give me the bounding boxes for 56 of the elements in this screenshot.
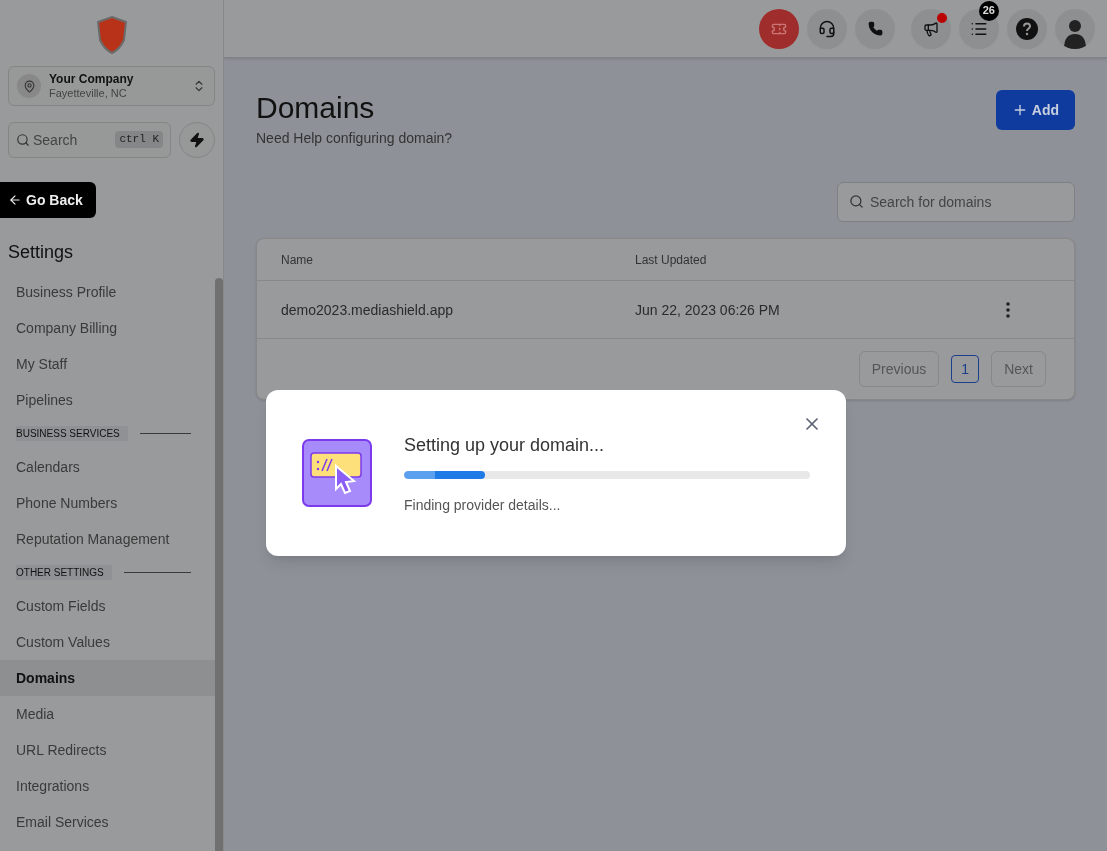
previous-button[interactable]: Previous: [858, 351, 940, 387]
column-header: Last Updated: [635, 251, 707, 268]
account-switcher[interactable]: Your Company Fayetteville, NC: [8, 66, 215, 106]
sidebar-item[interactable]: Reputation Management: [0, 521, 215, 557]
help-icon: [1016, 17, 1038, 40]
domain-search-field[interactable]: Search for domains: [837, 182, 1075, 222]
task-count-badge: 26: [978, 0, 999, 21]
headset-button[interactable]: [807, 8, 847, 49]
sidebar-item[interactable]: Media: [0, 696, 215, 732]
avatar[interactable]: [1055, 8, 1095, 49]
sidebar-item[interactable]: Company Billing: [0, 310, 215, 346]
go-back-button[interactable]: Go Back: [0, 182, 96, 218]
shield-logo: [95, 16, 128, 54]
tasks-button[interactable]: [959, 8, 999, 49]
megaphone-icon: [923, 20, 939, 37]
sidebar-item[interactable]: Custom Values: [0, 624, 215, 660]
announcements-button[interactable]: [911, 8, 951, 49]
page-title: Domains: [256, 90, 376, 126]
dialog-title: Setting up your domain...: [404, 434, 606, 457]
section-heading: BUSINESS SERVICES: [16, 426, 128, 441]
sidebar-item[interactable]: Integrations: [0, 768, 215, 804]
page-number[interactable]: 1: [951, 355, 980, 383]
kebab-icon: [1006, 301, 1010, 318]
account-name: Your Company: [49, 71, 135, 88]
sidebar-item[interactable]: Email Services: [0, 804, 215, 840]
headset-icon: [818, 19, 836, 38]
section-heading: OTHER SETTINGS: [16, 565, 112, 580]
quick-action-button[interactable]: [179, 122, 215, 158]
search-icon: [16, 133, 30, 147]
column-header: Name: [280, 251, 314, 268]
account-location: Fayetteville, NC: [49, 87, 128, 101]
more-options-icon[interactable]: [1006, 301, 1010, 318]
sidebar-item[interactable]: Business Profile: [0, 274, 215, 310]
location-icon: [17, 74, 41, 98]
sidebar-item[interactable]: Phone Numbers: [0, 485, 215, 521]
ticket-button[interactable]: [759, 8, 799, 49]
sidebar-item[interactable]: URL Redirects: [0, 732, 215, 768]
phone-icon: [867, 21, 883, 36]
lightning-icon: [189, 132, 205, 148]
add-button[interactable]: Add: [995, 90, 1075, 130]
status-text: Finding provider details...: [404, 496, 562, 515]
sidebar-item[interactable]: Pipelines: [0, 382, 215, 418]
help-button[interactable]: [1007, 8, 1047, 49]
sidebar-item[interactable]: Custom Fields: [0, 588, 215, 624]
help-link[interactable]: Need Help configuring domain?: [256, 130, 453, 146]
sidebar-item[interactable]: Domains: [0, 660, 215, 696]
sidebar-item[interactable]: Calendars: [0, 449, 215, 485]
sidebar-item[interactable]: My Staff: [0, 346, 215, 382]
search-icon: [849, 194, 864, 209]
next-button[interactable]: Next: [991, 351, 1046, 387]
shortcut-hint: ctrl K: [115, 131, 163, 148]
settings-heading: Settings: [7, 241, 75, 264]
table-cell-text: Jun 22, 2023 06:26 PM: [635, 300, 781, 320]
table-cell-text: demo2023.mediashield.app: [280, 300, 454, 320]
domain-cursor-icon: [302, 439, 372, 507]
phone-button[interactable]: [855, 8, 895, 49]
